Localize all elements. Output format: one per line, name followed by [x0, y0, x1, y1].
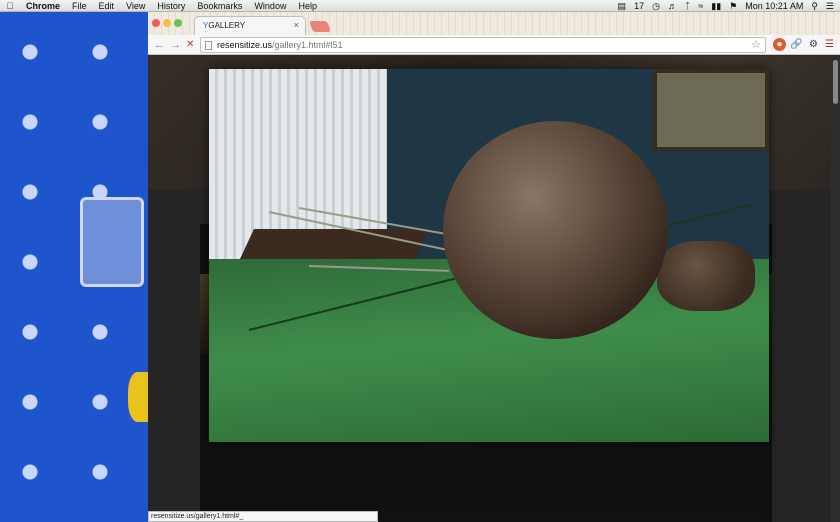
tab-title: GALLERY	[208, 21, 246, 30]
link-icon[interactable]: 🔗	[790, 38, 803, 51]
menu-edit[interactable]: Edit	[93, 0, 121, 12]
tab-strip: YGALLERY ×	[148, 12, 840, 35]
photo-knitted-piece	[657, 241, 755, 311]
forward-button[interactable]: →	[170, 38, 181, 52]
scrollbar-thumb[interactable]	[833, 60, 838, 104]
notification-center-icon[interactable]: ☰	[826, 0, 834, 12]
battery-icon[interactable]: ▮▮	[711, 0, 721, 12]
adobe-icon[interactable]: ▤	[618, 0, 627, 12]
window-controls	[152, 19, 182, 27]
address-bar[interactable]: resensitize.us/gallery1.html#l51 ☆	[200, 37, 766, 53]
back-button[interactable]: ←	[154, 38, 165, 52]
menu-window[interactable]: Window	[248, 0, 292, 12]
mac-menu-bar:  Chrome File Edit View History Bookmark…	[0, 0, 840, 12]
page-scrollbar[interactable]	[831, 56, 840, 522]
chrome-window: YGALLERY × ← → ✕ resensitize.us/gallery1…	[148, 12, 840, 522]
apple-menu-icon[interactable]: 	[0, 0, 20, 12]
wallpaper-flower-shape	[128, 372, 148, 422]
adobe-count: 17	[634, 0, 645, 11]
new-tab-button[interactable]	[308, 21, 332, 32]
url-path: /gallery1.html#l51	[272, 40, 343, 50]
page-icon	[205, 41, 212, 50]
gear-icon[interactable]: ⚙	[807, 38, 820, 51]
wallpaper-card-shape	[80, 197, 144, 287]
menubar-status-area: ▤ 17 ◷ ♬ ᛏ ≈ ▮▮ ⚑ Mon 10:21 AM ⚲ ☰	[618, 0, 840, 12]
wifi-icon[interactable]: ≈	[698, 0, 703, 12]
photo-picture-frame	[653, 69, 769, 151]
bookmark-star-icon[interactable]: ☆	[751, 38, 761, 52]
browser-toolbar: ← → ✕ resensitize.us/gallery1.html#l51 ☆…	[148, 35, 840, 55]
url-host: resensitize.us	[217, 40, 273, 50]
menu-history[interactable]: History	[151, 0, 191, 12]
close-window-button[interactable]	[152, 19, 160, 27]
flag-icon[interactable]: ⚑	[729, 0, 737, 12]
stop-button[interactable]: ✕	[186, 38, 194, 52]
adblock-icon[interactable]: ●	[773, 38, 786, 51]
minimize-window-button[interactable]	[163, 19, 171, 27]
bluetooth-icon[interactable]: ᛏ	[685, 0, 690, 12]
menu-view[interactable]: View	[120, 0, 151, 12]
menu-app-chrome[interactable]: Chrome	[20, 0, 66, 12]
volume-icon[interactable]: ♬	[668, 0, 677, 12]
menu-bookmarks[interactable]: Bookmarks	[191, 0, 248, 12]
clock[interactable]: Mon 10:21 AM	[745, 0, 803, 12]
status-bubble-url: resensitize.us/gallery1.html#_	[148, 511, 378, 522]
menu-icon[interactable]: ☰	[823, 38, 836, 51]
menu-help[interactable]: Help	[292, 0, 323, 12]
spotlight-icon[interactable]: ⚲	[811, 0, 818, 12]
page-content	[148, 56, 840, 522]
tab-close-icon[interactable]: ×	[294, 17, 299, 34]
maximize-window-button[interactable]	[174, 19, 182, 27]
menu-file[interactable]: File	[66, 0, 93, 12]
lightbox-photo[interactable]	[209, 69, 769, 442]
time-machine-icon[interactable]: ◷	[652, 0, 660, 12]
desktop-wallpaper	[0, 12, 148, 522]
photo-yarn-ball	[443, 121, 668, 339]
tab-gallery[interactable]: YGALLERY ×	[194, 16, 306, 35]
photo-wooden-tray	[240, 229, 429, 259]
